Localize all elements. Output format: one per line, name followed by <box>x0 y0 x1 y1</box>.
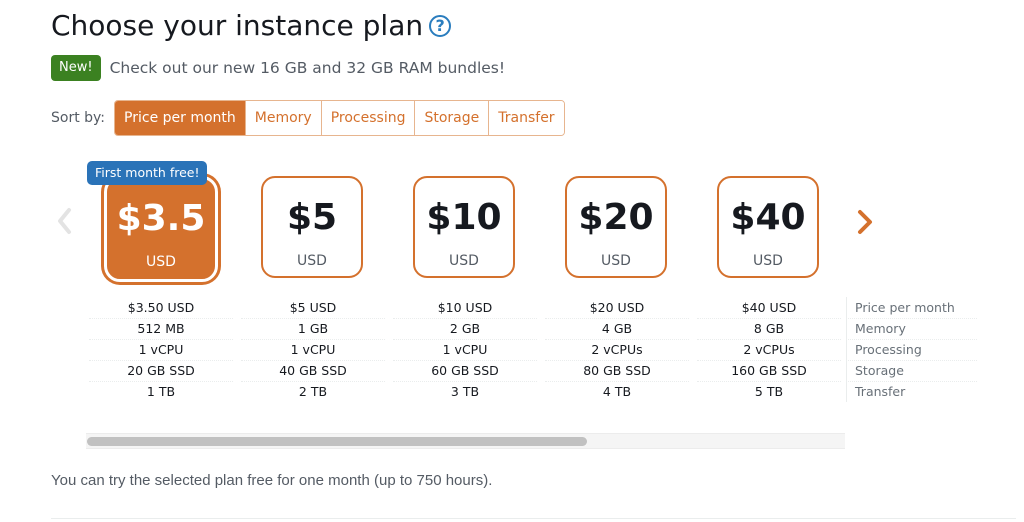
plan-currency: USD <box>753 253 783 269</box>
spec-label: Memory <box>846 318 977 340</box>
spec-label: Processing <box>846 339 977 361</box>
plan-price: $20 <box>578 197 654 238</box>
spec-cell: 4 TB <box>602 384 632 399</box>
plan-price: $3.5 <box>116 198 206 239</box>
plan-price: $5 <box>286 197 338 238</box>
spec-cell: 512 MB <box>89 318 233 340</box>
sort-control: Sort by: Price per month Memory Processi… <box>51 100 565 136</box>
plan-card-3-5[interactable]: $3.5 USD <box>104 176 218 282</box>
carousel-prev-button[interactable] <box>55 206 73 236</box>
spec-cell: 2 vCPUs <box>545 339 689 361</box>
chevron-right-icon <box>858 210 872 234</box>
free-trial-note: You can try the selected plan free for o… <box>51 472 493 489</box>
spec-cell: 40 GB SSD <box>241 360 385 382</box>
spec-cell: 1 vCPU <box>393 339 537 361</box>
spec-row-storage: 20 GB SSD 40 GB SSD 60 GB SSD 80 GB SSD … <box>87 360 977 382</box>
spec-cell: 2 TB <box>298 384 328 399</box>
spec-cell: 1 vCPU <box>241 339 385 361</box>
sort-option-price[interactable]: Price per month <box>115 101 245 135</box>
section-divider <box>51 518 1016 519</box>
spec-label: Price per month <box>846 297 977 319</box>
spec-cell: 4 GB <box>545 318 689 340</box>
plan-card-40[interactable]: $40 USD <box>717 176 819 278</box>
new-badge: New! <box>51 55 101 81</box>
spec-label: Transfer <box>846 381 977 402</box>
first-month-free-badge: First month free! <box>87 161 208 185</box>
spec-row-price: $3.50 USD $5 USD $10 USD $20 USD $40 USD… <box>87 297 977 319</box>
spec-cell: $5 USD <box>241 297 385 319</box>
spec-cell: 1 GB <box>241 318 385 340</box>
spec-row-transfer: 1 TB 2 TB 3 TB 4 TB 5 TB Transfer <box>87 381 967 402</box>
promo-banner: New! Check out our new 16 GB and 32 GB R… <box>51 55 505 81</box>
spec-label: Storage <box>846 360 977 382</box>
plan-currency: USD <box>601 253 631 269</box>
spec-cell: 2 vCPUs <box>697 339 841 361</box>
spec-cell: 5 TB <box>754 384 784 399</box>
spec-cell: 1 vCPU <box>89 339 233 361</box>
spec-cell: 3 TB <box>450 384 480 399</box>
carousel-next-button[interactable] <box>855 207 875 237</box>
page-title: Choose your instance plan ? <box>51 9 452 42</box>
plan-card-20[interactable]: $20 USD <box>565 176 667 278</box>
question-circle-icon[interactable]: ? <box>429 14 452 37</box>
spec-cell: $3.50 USD <box>89 297 233 319</box>
spec-cell: $20 USD <box>545 297 689 319</box>
sort-option-memory[interactable]: Memory <box>244 101 321 135</box>
spec-cell: 8 GB <box>697 318 841 340</box>
promo-text: Check out our new 16 GB and 32 GB RAM bu… <box>109 59 506 77</box>
plan-price: $40 <box>730 197 806 238</box>
page-title-text: Choose your instance plan <box>51 9 424 42</box>
plan-currency: USD <box>297 253 327 269</box>
plan-card-5[interactable]: $5 USD <box>261 176 363 278</box>
spec-row-processing: 1 vCPU 1 vCPU 1 vCPU 2 vCPUs 2 vCPUs Pro… <box>87 339 977 361</box>
horizontal-scrollbar[interactable] <box>86 433 845 449</box>
spec-cell: 80 GB SSD <box>545 360 689 382</box>
spec-cell: 160 GB SSD <box>697 360 841 382</box>
plan-currency: USD <box>146 254 176 270</box>
sort-option-processing[interactable]: Processing <box>320 101 415 135</box>
spec-cell: 20 GB SSD <box>89 360 233 382</box>
spec-cell: 60 GB SSD <box>393 360 537 382</box>
plan-currency: USD <box>449 253 479 269</box>
sort-label: Sort by: <box>51 110 106 126</box>
sort-segmented-control: Price per month Memory Processing Storag… <box>114 100 565 136</box>
spec-cell: 2 GB <box>393 318 537 340</box>
spec-cell: $40 USD <box>697 297 841 319</box>
chevron-left-icon <box>58 208 71 234</box>
scrollbar-thumb[interactable] <box>87 437 587 446</box>
sort-option-transfer[interactable]: Transfer <box>488 101 564 135</box>
spec-row-memory: 512 MB 1 GB 2 GB 4 GB 8 GB Memory <box>87 318 977 340</box>
plan-card-10[interactable]: $10 USD <box>413 176 515 278</box>
sort-option-storage[interactable]: Storage <box>414 101 489 135</box>
plan-price: $10 <box>426 197 502 238</box>
spec-cell: 1 TB <box>146 384 176 399</box>
spec-cell: $10 USD <box>393 297 537 319</box>
